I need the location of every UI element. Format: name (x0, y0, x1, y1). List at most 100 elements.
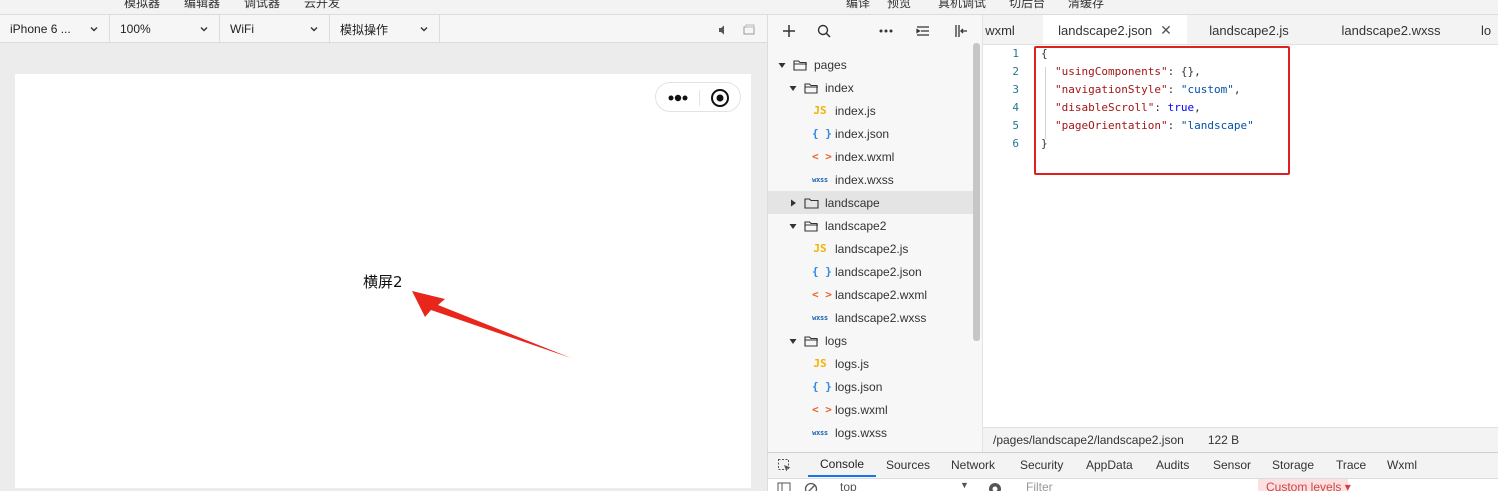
tab-landscape2-wxss[interactable]: landscape2.wxss (1326, 15, 1456, 44)
tab-label: landscape2.json (1058, 23, 1153, 38)
chevron-down-icon[interactable]: ▼ (960, 480, 969, 490)
devtools-tab-label: Storage (1272, 458, 1315, 472)
menu-remote-debug[interactable]: 真机调试 (938, 0, 986, 11)
device-select[interactable]: iPhone 6 ... (0, 15, 110, 43)
context-select[interactable]: top (840, 480, 857, 491)
network-select[interactable]: WiFi (220, 15, 330, 43)
tree-file-logs-wxss[interactable]: wxss logs.wxss (768, 421, 973, 444)
devtools-tab-label: Security (1020, 458, 1064, 472)
devtools-tab-network[interactable]: Network (951, 453, 995, 477)
tree-item-label: logs (825, 333, 848, 348)
tree-item-label: index.json (835, 126, 890, 141)
tree-item-label: landscape2.json (835, 264, 922, 279)
chevron-down-icon (420, 27, 428, 32)
tree-file-logs-json[interactable]: { } logs.json (768, 375, 973, 398)
tab-logs[interactable]: lo (1481, 15, 1498, 44)
menu-preview[interactable]: 预览 (887, 0, 911, 11)
clear-console-icon[interactable] (804, 482, 818, 491)
tree-file-landscape2-wxss[interactable]: wxss landscape2.wxss (768, 306, 973, 329)
tree-file-index-json[interactable]: { } index.json (768, 122, 973, 145)
tree-folder-index[interactable]: index (768, 76, 973, 99)
devtools-tab-console[interactable]: Console (808, 453, 877, 477)
inspect-element-icon[interactable] (777, 458, 792, 473)
tree-folder-pages[interactable]: pages (768, 53, 973, 76)
tree-file-logs-wxml[interactable]: < > logs.wxml (768, 398, 973, 421)
devtools-tab-appdata[interactable]: AppData (1086, 453, 1133, 477)
network-select-value: WiFi (230, 22, 254, 36)
line-number: 4 (1012, 101, 1019, 114)
tree-folder-landscape[interactable]: landscape (768, 191, 973, 214)
editor-statusbar: /pages/landscape2/landscape2.json 122 B (983, 427, 1498, 452)
tree-file-index-wxml[interactable]: < > index.wxml (768, 145, 973, 168)
devtools-tab-label: Sensor (1213, 458, 1252, 472)
tree-folder-logs[interactable]: logs (768, 329, 973, 352)
file-tree-pane: pages index JS index.js { } index.json <… (767, 15, 983, 452)
tab-label: lo (1481, 22, 1492, 38)
menu-clear-cache[interactable]: 清缓存 (1068, 0, 1104, 11)
split-layout-icon[interactable] (953, 23, 969, 39)
menu-compile[interactable]: 编译 (846, 0, 870, 11)
js-file-icon: JS (813, 357, 827, 370)
eye-icon[interactable] (988, 482, 1002, 491)
tab-wxml[interactable]: wxml (983, 15, 1020, 44)
operation-select[interactable]: 模拟操作 (330, 15, 440, 43)
line-number: 6 (1012, 137, 1019, 150)
file-tree-toolbar (768, 15, 984, 46)
devtools-tab-wxml[interactable]: Wxml (1387, 453, 1417, 477)
window-icon[interactable] (742, 23, 756, 37)
devtools-tab-trace[interactable]: Trace (1336, 453, 1366, 477)
add-icon[interactable] (781, 23, 797, 39)
tree-folder-landscape2[interactable]: landscape2 (768, 214, 973, 237)
close-icon[interactable]: ✕ (1160, 22, 1172, 39)
tab-label: landscape2.js (1209, 22, 1289, 38)
devtools-tab-label: Trace (1336, 458, 1367, 472)
more-options-icon[interactable] (878, 23, 894, 39)
sidebar-toggle-icon[interactable] (777, 482, 791, 491)
tree-file-landscape2-json[interactable]: { } landscape2.json (768, 260, 973, 283)
tree-file-logs-js[interactable]: JS logs.js (768, 352, 973, 375)
status-file-path: /pages/landscape2/landscape2.json (993, 433, 1184, 447)
wxml-file-icon: < > (812, 403, 832, 416)
editor-pane: wxml landscape2.json ✕ landscape2.js lan… (983, 15, 1498, 452)
json-file-icon: { } (812, 380, 832, 393)
devtools-tab-audits[interactable]: Audits (1156, 453, 1189, 477)
devtools-panel: Console Sources Network Security AppData… (767, 452, 1498, 491)
console-filter-input[interactable]: Filter (1026, 480, 1053, 491)
tree-file-index-js[interactable]: JS index.js (768, 99, 973, 122)
menu-debugger[interactable]: 调试器 (244, 0, 280, 11)
tree-item-label: landscape2 (825, 218, 887, 233)
devtools-tab-sensor[interactable]: Sensor (1213, 453, 1251, 477)
menu-background[interactable]: 切后台 (1009, 0, 1045, 11)
tree-file-landscape2-wxml[interactable]: < > landscape2.wxml (768, 283, 973, 306)
zoom-select-value: 100% (120, 22, 151, 36)
wxss-file-icon: wxss (812, 175, 828, 184)
operation-select-value: 模拟操作 (340, 22, 389, 37)
search-icon[interactable] (816, 23, 832, 39)
tree-item-label: pages (814, 57, 847, 72)
tab-landscape2-js[interactable]: landscape2.js (1187, 15, 1311, 44)
folder-open-icon (804, 220, 818, 232)
menu-editor[interactable]: 编辑器 (184, 0, 220, 11)
wxml-file-icon: < > (812, 150, 832, 163)
menu-simulator[interactable]: 模拟器 (124, 0, 160, 11)
tab-landscape2-json[interactable]: landscape2.json ✕ (1043, 15, 1187, 44)
devtools-tab-security[interactable]: Security (1020, 453, 1063, 477)
custom-levels-label: Custom levels ▾ (1266, 480, 1351, 491)
collapse-all-icon[interactable] (915, 23, 931, 39)
json-file-icon: { } (812, 265, 832, 278)
folder-open-icon (793, 59, 807, 71)
devtools-tab-label: Network (951, 458, 996, 472)
tree-item-label: landscape2.wxml (835, 287, 928, 302)
tree-item-label: logs.json (835, 379, 883, 394)
annotation-arrow (412, 291, 571, 358)
folder-icon (804, 197, 819, 209)
zoom-select[interactable]: 100% (110, 15, 220, 43)
tree-scrollbar[interactable] (973, 43, 980, 341)
devtools-tab-storage[interactable]: Storage (1272, 453, 1314, 477)
devtools-tab-sources[interactable]: Sources (886, 453, 930, 477)
tree-file-index-wxss[interactable]: wxss index.wxss (768, 168, 973, 191)
mute-icon[interactable] (716, 23, 730, 37)
custom-levels-select[interactable]: Custom levels ▾ (1258, 479, 1351, 491)
tree-file-landscape2-js[interactable]: JS landscape2.js (768, 237, 973, 260)
menu-cloud[interactable]: 云开发 (304, 0, 340, 11)
